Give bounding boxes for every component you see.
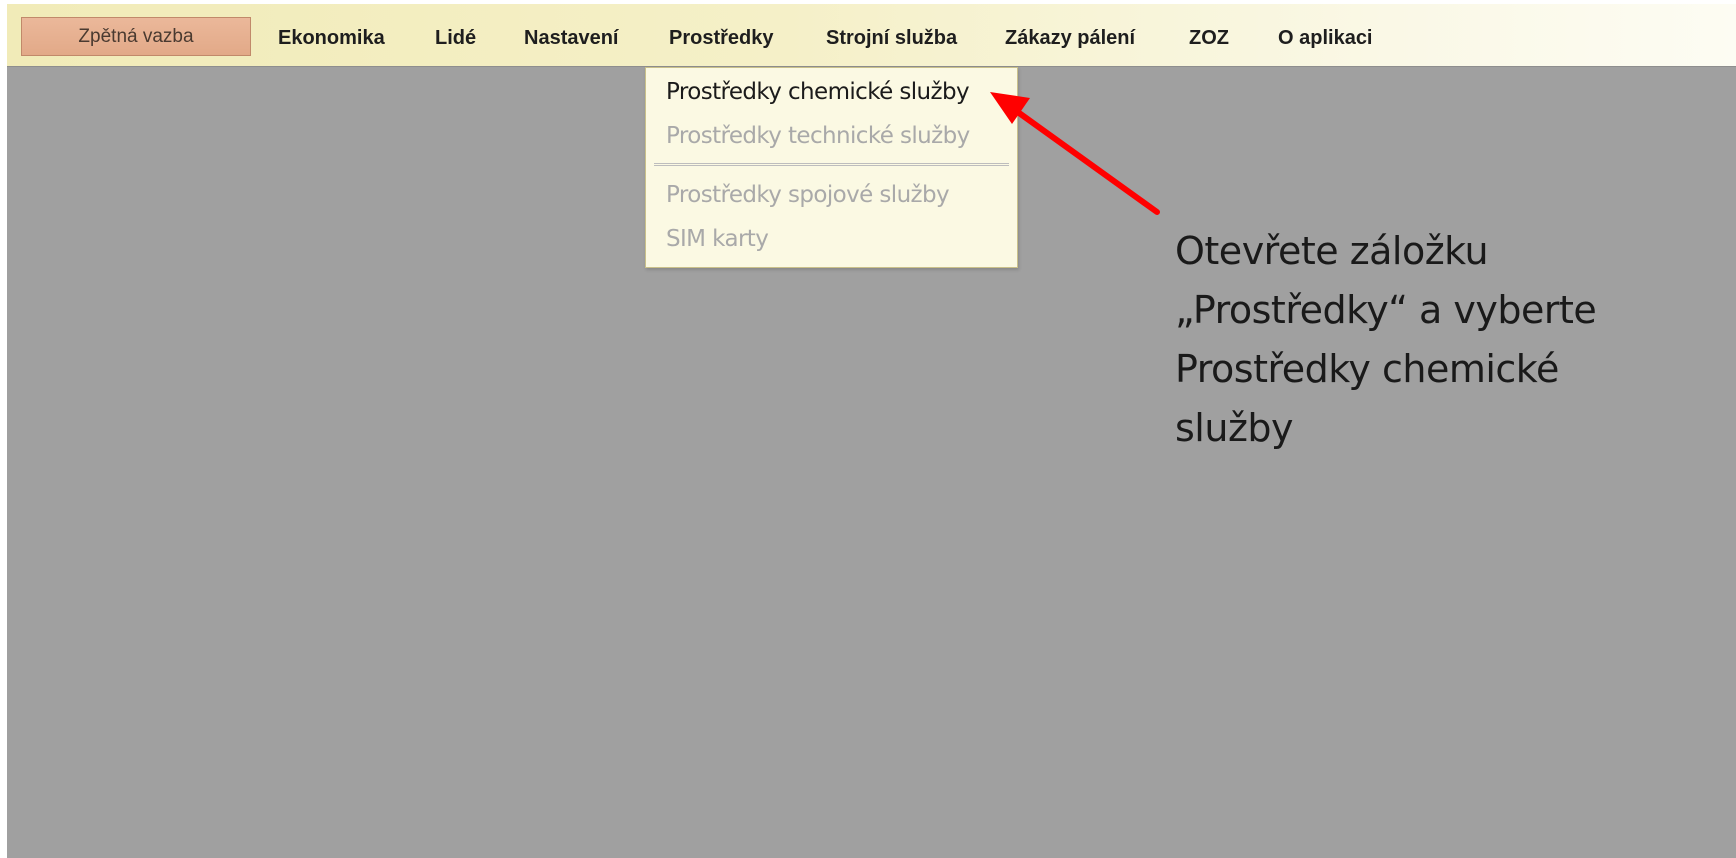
menu-prostredky[interactable]: Prostředky [669, 26, 774, 50]
menu-o-aplikaci[interactable]: O aplikaci [1278, 26, 1373, 50]
menu-ekonomika[interactable]: Ekonomika [278, 26, 385, 50]
annotation-line: „Prostředky“ a vyberte [1175, 288, 1597, 332]
dropdown-separator [654, 163, 1009, 166]
annotation-line: Otevřete záložku [1175, 229, 1489, 273]
dropdown-item-technicke-sluzby: Prostředky technické služby [666, 123, 970, 149]
annotation-line: služby [1175, 406, 1294, 450]
dropdown-item-spojove-sluzby: Prostředky spojové služby [666, 182, 950, 208]
instruction-annotation: Otevřete záložku „Prostředky“ a vyberte … [1175, 222, 1655, 458]
prostredky-dropdown-menu: Prostředky chemické služby Prostředky te… [645, 67, 1018, 268]
menu-nastaveni[interactable]: Nastavení [524, 26, 619, 50]
menu-strojni-sluzba[interactable]: Strojní služba [826, 26, 957, 50]
menu-lide[interactable]: Lidé [435, 26, 476, 50]
top-menu-bar: Zpětná vazba Ekonomika Lidé Nastavení Pr… [7, 4, 1736, 67]
dropdown-item-chemicke-sluzby[interactable]: Prostředky chemické služby [666, 78, 970, 106]
menu-zakazy-paleni[interactable]: Zákazy pálení [1005, 26, 1135, 50]
menu-zoz[interactable]: ZOZ [1189, 26, 1229, 50]
feedback-button[interactable]: Zpětná vazba [21, 17, 251, 56]
annotation-line: Prostředky chemické [1175, 347, 1559, 391]
dropdown-item-sim-karty: SIM karty [666, 226, 769, 252]
